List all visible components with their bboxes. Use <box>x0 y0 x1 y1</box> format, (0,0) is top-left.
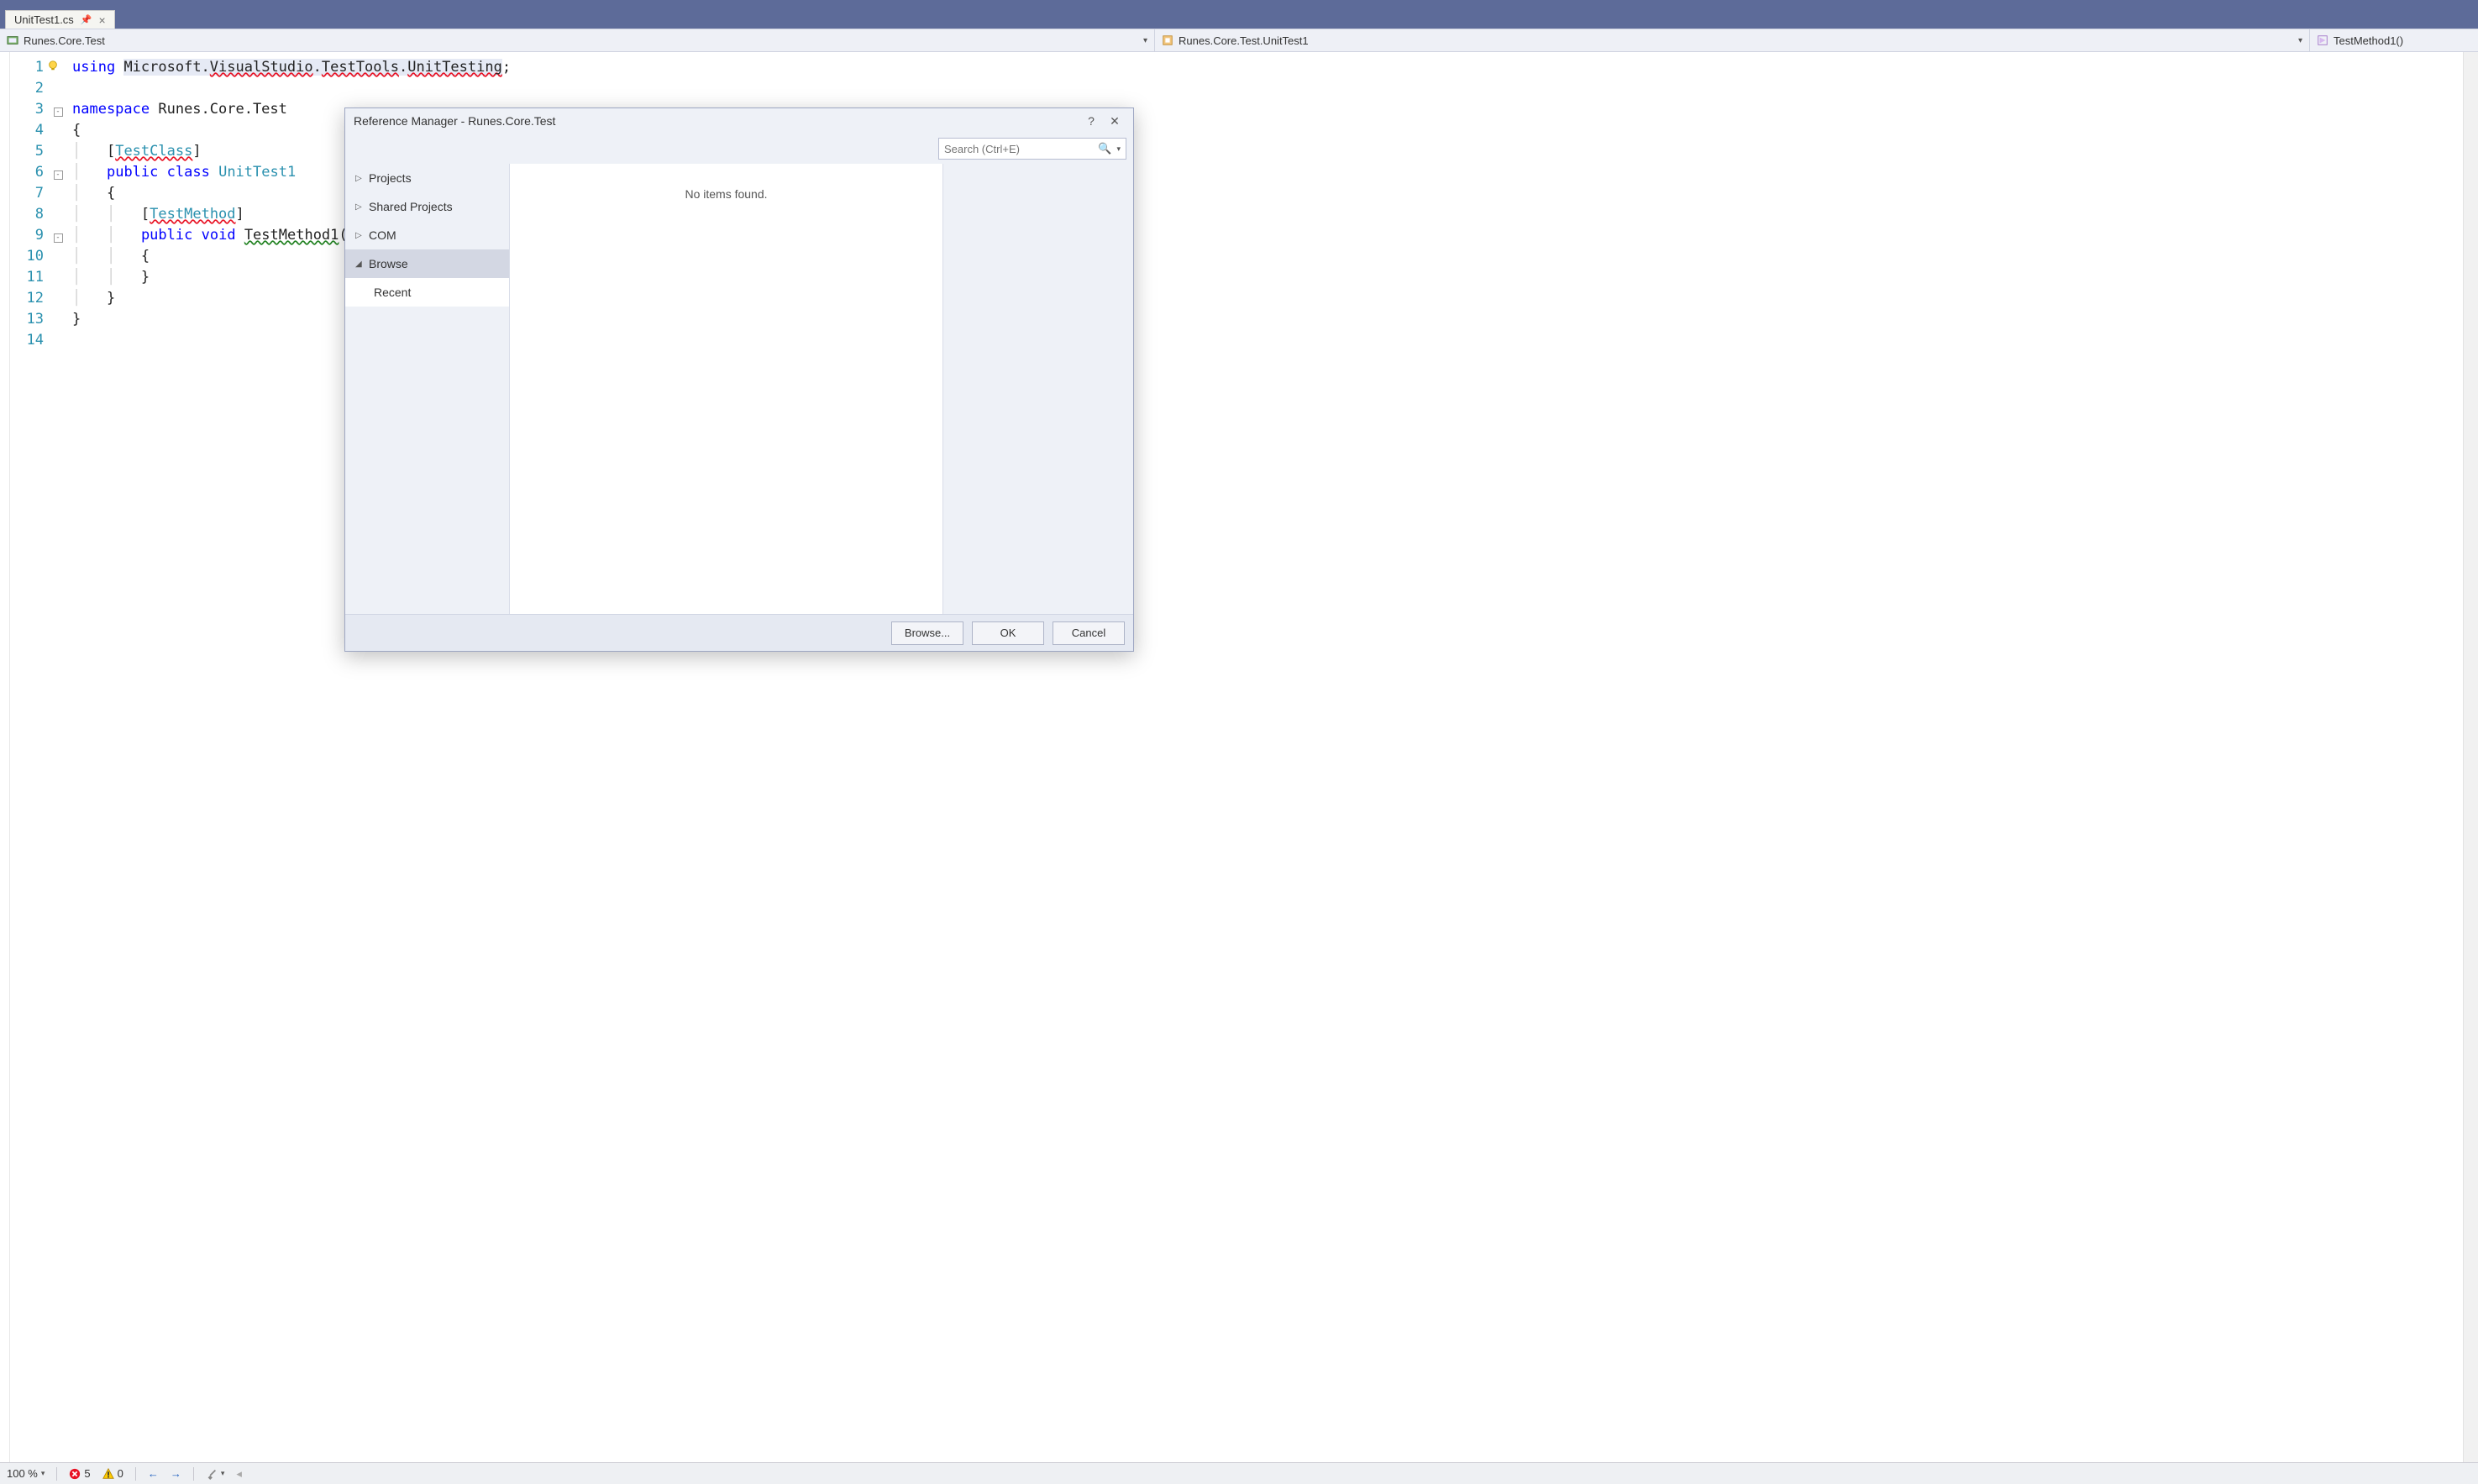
chevron-down-icon[interactable]: ▾ <box>41 1469 45 1478</box>
dialog-title: Reference Manager - Runes.Core.Test <box>354 114 555 128</box>
tab-filename: UnitTest1.cs <box>14 13 74 26</box>
document-tab-row: UnitTest1.cs 📌 × <box>0 7 2478 29</box>
zoom-level[interactable]: 100 % ▾ <box>7 1467 45 1480</box>
chevron-down-icon[interactable]: ▾ <box>221 1469 225 1478</box>
class-icon <box>1162 34 1173 46</box>
search-input-wrapper[interactable]: 🔍 ▾ <box>938 138 1126 160</box>
vertical-scrollbar[interactable] <box>2463 52 2478 1462</box>
search-icon[interactable]: 🔍 <box>1098 142 1111 155</box>
scroll-left[interactable]: ◂ <box>236 1467 242 1481</box>
ok-button[interactable]: OK <box>972 621 1044 645</box>
document-tab[interactable]: UnitTest1.cs 📌 × <box>5 10 115 29</box>
warning-icon <box>102 1468 114 1480</box>
triangle-right-icon: ▷ <box>355 174 364 183</box>
triangle-down-icon: ◢ <box>355 260 364 269</box>
triangle-right-icon: ▷ <box>355 231 364 240</box>
nav-forward[interactable]: → <box>171 1467 181 1480</box>
chevron-down-icon[interactable]: ▾ <box>1116 144 1121 154</box>
status-bar: 100 % ▾ 5 0 ← → ▾ ◂ <box>0 1462 2478 1484</box>
line-number-gutter: 1 234 567 8910 111213 14 <box>10 52 50 1462</box>
dialog-details-pane <box>943 164 1133 614</box>
code-editor[interactable]: 1 234 567 8910 111213 14 - - - using Mic… <box>0 52 2478 1462</box>
error-icon <box>69 1468 81 1480</box>
pin-icon[interactable]: 📌 <box>81 14 92 25</box>
sidebar-item-projects[interactable]: ▷Projects <box>345 164 509 192</box>
reference-manager-dialog: Reference Manager - Runes.Core.Test ? ✕ … <box>344 107 1134 652</box>
nav-breadcrumb: Runes.Core.Test ▾ Runes.Core.Test.UnitTe… <box>0 29 2478 52</box>
fold-toggle[interactable]: - <box>54 107 63 117</box>
sidebar-item-browse[interactable]: ◢Browse <box>345 249 509 278</box>
test-project-icon <box>7 34 18 46</box>
nav-back[interactable]: ← <box>148 1467 159 1480</box>
method-icon <box>2317 34 2328 46</box>
cancel-button[interactable]: Cancel <box>1053 621 1125 645</box>
triangle-right-icon: ▷ <box>355 202 364 212</box>
dialog-footer: Browse... OK Cancel <box>345 614 1133 651</box>
lightbulb-icon[interactable] <box>47 60 59 71</box>
chevron-down-icon[interactable]: ▾ <box>1143 36 1147 45</box>
nav-scope[interactable]: Runes.Core.Test ▾ <box>0 29 1155 51</box>
close-icon[interactable]: × <box>99 14 106 26</box>
sidebar-item-com[interactable]: ▷COM <box>345 221 509 249</box>
dialog-sidebar: ▷Projects ▷Shared Projects ▷COM ◢Browse … <box>345 164 510 614</box>
search-input[interactable] <box>944 143 1093 155</box>
nav-method[interactable]: TestMethod1() <box>2310 29 2478 51</box>
fold-toggle[interactable]: - <box>54 170 63 180</box>
error-count[interactable]: 5 <box>69 1467 90 1480</box>
sidebar-item-shared-projects[interactable]: ▷Shared Projects <box>345 192 509 221</box>
dialog-titlebar[interactable]: Reference Manager - Runes.Core.Test ? ✕ <box>345 108 1133 134</box>
chevron-down-icon[interactable]: ▾ <box>2298 36 2302 45</box>
nav-class[interactable]: Runes.Core.Test.UnitTest1 ▾ <box>1155 29 2310 51</box>
dialog-content: No items found. <box>510 164 943 614</box>
empty-message: No items found. <box>685 187 767 614</box>
fold-toggle[interactable]: - <box>54 233 63 243</box>
help-icon[interactable]: ? <box>1079 111 1103 131</box>
warning-count[interactable]: 0 <box>102 1467 123 1480</box>
brush-tool[interactable]: ▾ <box>206 1468 225 1480</box>
sidebar-item-recent[interactable]: Recent <box>345 278 509 307</box>
brush-icon <box>206 1468 218 1480</box>
fold-column[interactable]: - - - <box>50 52 66 1462</box>
close-icon[interactable]: ✕ <box>1103 111 1126 131</box>
browse-button[interactable]: Browse... <box>891 621 963 645</box>
